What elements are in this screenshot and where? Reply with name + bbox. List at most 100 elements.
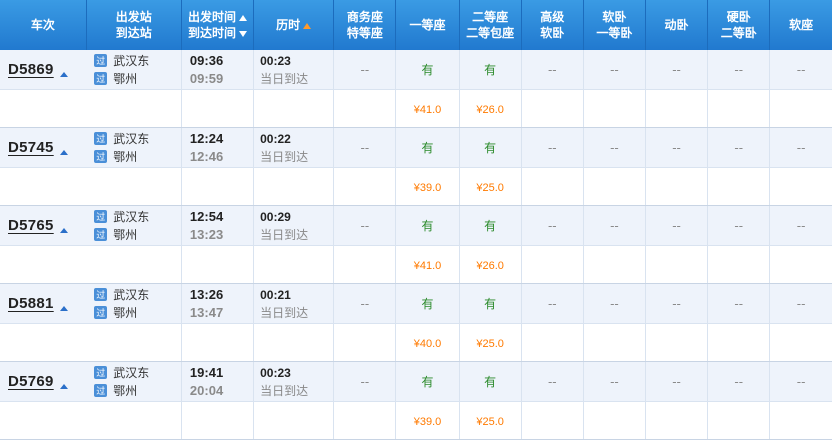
price-spacer bbox=[0, 167, 87, 206]
seat-soft-seat: -- bbox=[769, 283, 832, 324]
seat-soft-sleeper: -- bbox=[583, 127, 646, 168]
duration: 00:23 bbox=[260, 365, 291, 380]
station-cell: 过武汉东 过鄂州 bbox=[86, 205, 182, 246]
seat-first-class[interactable]: 有 bbox=[395, 361, 460, 402]
sort-arrival-time[interactable]: 到达时间 bbox=[182, 25, 253, 41]
from-station: 武汉东 bbox=[113, 210, 150, 224]
seat-soft-sleeper: -- bbox=[583, 283, 646, 324]
expand-stops-icon[interactable] bbox=[59, 384, 68, 389]
seat-second-class[interactable]: 有 bbox=[459, 127, 522, 168]
sort-down-icon[interactable] bbox=[239, 30, 248, 37]
table-row: D5869 过武汉东 过鄂州 09:36 09:59 00:23 当日到达 --… bbox=[0, 50, 832, 90]
train-cell: D5869 bbox=[0, 50, 87, 90]
price-spacer bbox=[0, 89, 87, 128]
seat-first-class[interactable]: 有 bbox=[395, 127, 460, 168]
price-empty bbox=[86, 167, 182, 206]
arrive-note: 当日到达 bbox=[260, 71, 309, 86]
price-empty bbox=[253, 245, 335, 284]
price-empty bbox=[521, 323, 584, 362]
price-empty bbox=[181, 167, 255, 206]
arrival-time: 13:23 bbox=[189, 226, 224, 242]
price-first-class-cell: ¥41.0 bbox=[395, 89, 460, 128]
train-cell: D5881 bbox=[0, 283, 87, 324]
train-number-link[interactable]: D5745 bbox=[8, 139, 54, 156]
arrival-time: 12:46 bbox=[189, 148, 224, 164]
header-dongwo: 动卧 bbox=[645, 0, 709, 50]
arrival-time: 13:47 bbox=[189, 304, 224, 320]
seat-second-class[interactable]: 有 bbox=[459, 283, 522, 324]
seat-first-class[interactable]: 有 bbox=[395, 50, 460, 90]
price-empty bbox=[583, 323, 646, 362]
seat-dongwo: -- bbox=[645, 127, 709, 168]
train-cell: D5745 bbox=[0, 127, 87, 168]
departure-time: 09:36 bbox=[189, 52, 224, 68]
expand-stops-icon[interactable] bbox=[59, 228, 68, 233]
price-empty bbox=[333, 323, 397, 362]
expand-stops-icon[interactable] bbox=[59, 72, 68, 77]
header-times: 出发时间 到达时间 bbox=[181, 0, 255, 50]
price-first-class-cell: ¥40.0 bbox=[395, 323, 460, 362]
seat-soft-sleeper: -- bbox=[583, 205, 646, 246]
header-hard-sleeper: 硬卧 二等卧 bbox=[707, 0, 771, 50]
expand-stops-icon[interactable] bbox=[59, 306, 68, 311]
seat-premium-soft-sleeper: -- bbox=[521, 361, 584, 402]
seat-dongwo: -- bbox=[645, 205, 709, 246]
seat-soft-seat: -- bbox=[769, 205, 832, 246]
price-empty bbox=[645, 167, 709, 206]
train-number-link[interactable]: D5769 bbox=[8, 373, 54, 390]
seat-premium-soft-sleeper: -- bbox=[521, 127, 584, 168]
table-row: D5769 过武汉东 过鄂州 19:41 20:04 00:23 当日到达 --… bbox=[0, 361, 832, 402]
pass-through-badge: 过 bbox=[94, 306, 108, 319]
price-row: ¥40.0 ¥25.0 bbox=[0, 323, 832, 362]
price-empty bbox=[253, 89, 335, 128]
price-empty bbox=[645, 245, 709, 284]
train-number-link[interactable]: D5765 bbox=[8, 217, 54, 234]
seat-hard-sleeper: -- bbox=[707, 361, 771, 402]
header-business-seat: 商务座 特等座 bbox=[333, 0, 397, 50]
sort-departure-time[interactable]: 出发时间 bbox=[182, 9, 253, 25]
train-number-link[interactable]: D5869 bbox=[8, 61, 54, 78]
time-cell: 12:54 13:23 bbox=[181, 205, 255, 246]
train-number-link[interactable]: D5881 bbox=[8, 295, 54, 312]
sort-up-icon[interactable] bbox=[239, 14, 248, 21]
table-row: D5765 过武汉东 过鄂州 12:54 13:23 00:29 当日到达 --… bbox=[0, 205, 832, 246]
header-soft-sleeper: 软卧 一等卧 bbox=[583, 0, 646, 50]
seat-first-class[interactable]: 有 bbox=[395, 205, 460, 246]
price-spacer bbox=[0, 323, 87, 362]
seat-second-class[interactable]: 有 bbox=[459, 205, 522, 246]
price-row: ¥39.0 ¥25.0 bbox=[0, 167, 832, 206]
duration: 00:23 bbox=[260, 53, 291, 68]
price-empty bbox=[333, 89, 397, 128]
sort-duration[interactable]: 历时 bbox=[253, 0, 335, 50]
expand-stops-icon[interactable] bbox=[59, 150, 68, 155]
to-station: 鄂州 bbox=[113, 228, 138, 242]
seat-second-class[interactable]: 有 bbox=[459, 50, 522, 90]
duration: 00:29 bbox=[260, 209, 291, 224]
sort-up-active-icon[interactable] bbox=[303, 22, 312, 29]
duration: 00:21 bbox=[260, 287, 291, 302]
seat-first-class[interactable]: 有 bbox=[395, 283, 460, 324]
duration-cell: 00:23 当日到达 bbox=[253, 361, 335, 402]
seat-soft-seat: -- bbox=[769, 50, 832, 90]
duration-cell: 00:29 当日到达 bbox=[253, 205, 335, 246]
header-train-no: 车次 bbox=[0, 0, 87, 50]
seat-dongwo: -- bbox=[645, 361, 709, 402]
seat-soft-sleeper: -- bbox=[583, 361, 646, 402]
price-empty bbox=[333, 245, 397, 284]
price-empty bbox=[769, 89, 832, 128]
seat-second-class[interactable]: 有 bbox=[459, 361, 522, 402]
to-station: 鄂州 bbox=[113, 150, 138, 164]
price-empty bbox=[645, 323, 709, 362]
departure-time: 12:54 bbox=[189, 208, 224, 224]
to-station: 鄂州 bbox=[113, 72, 138, 86]
price-first-class: ¥40.0 bbox=[413, 337, 442, 350]
price-second-class: ¥25.0 bbox=[476, 181, 504, 194]
price-second-class-cell: ¥26.0 bbox=[459, 245, 522, 284]
price-empty bbox=[181, 323, 255, 362]
header-stations: 出发站 到达站 bbox=[86, 0, 182, 50]
price-empty bbox=[86, 245, 182, 284]
arrival-time: 09:59 bbox=[189, 70, 224, 86]
price-first-class: ¥39.0 bbox=[413, 181, 442, 194]
seat-business: -- bbox=[333, 283, 397, 324]
price-empty bbox=[707, 167, 771, 206]
